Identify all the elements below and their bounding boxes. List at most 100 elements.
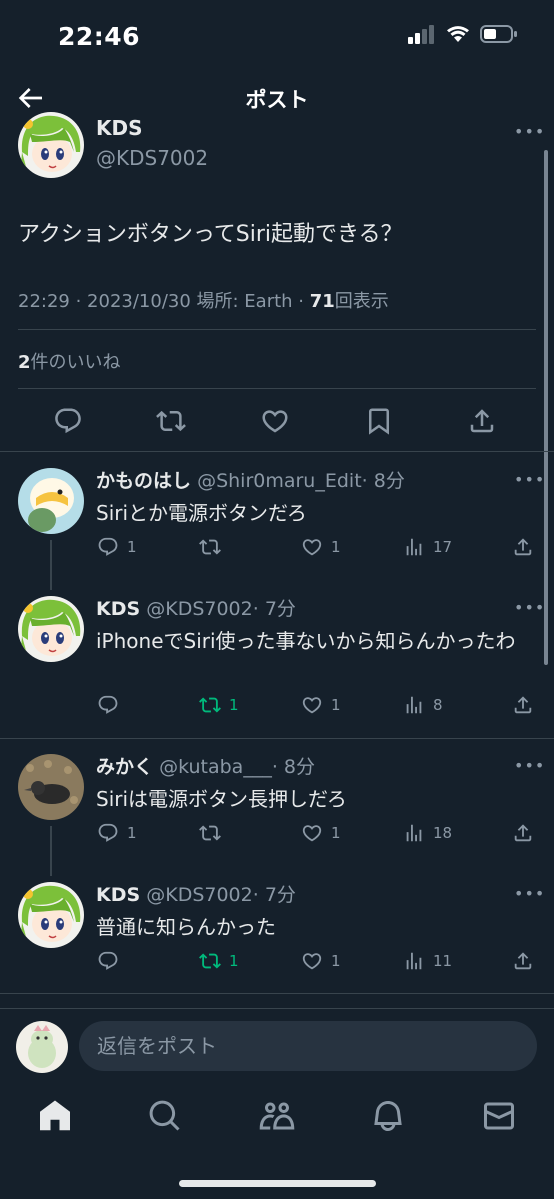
avatar[interactable]	[18, 596, 84, 662]
divider	[0, 993, 554, 994]
views-count[interactable]: 71	[310, 291, 335, 312]
reply-author: KDS @KDS7002· 7分	[96, 594, 296, 621]
reply-text: 普通に知らんかった	[96, 915, 276, 939]
retweet-icon[interactable]	[156, 406, 186, 440]
reply-author-handle[interactable]: @KDS7002	[146, 598, 253, 620]
reply-text: iPhoneでSiri使った事ないから知らんかったわ	[96, 629, 516, 653]
reply-author: みかく @kutaba___· 8分	[96, 752, 315, 779]
reply-actions: 1 1 11	[0, 950, 554, 974]
retweet-button[interactable]: 1	[199, 694, 239, 716]
avatar[interactable]	[18, 754, 84, 820]
share-button[interactable]	[512, 694, 534, 716]
divider	[18, 388, 536, 389]
likes-label: 件のいいね	[30, 352, 121, 373]
like-count: 1	[331, 824, 341, 842]
share-button[interactable]	[512, 950, 534, 972]
share-icon[interactable]	[467, 406, 497, 440]
more-options-icon[interactable]: •••	[514, 470, 545, 489]
reply-author: KDS @KDS7002· 7分	[96, 880, 296, 907]
reply-count: 1	[127, 538, 137, 556]
retweet-count: 1	[229, 952, 239, 970]
more-options-icon[interactable]: •••	[514, 598, 545, 617]
post-actions	[0, 406, 554, 440]
reply-button[interactable]: 1	[97, 536, 137, 558]
reply-author-handle[interactable]: @Shir0maru_Edit	[197, 470, 362, 492]
like-icon[interactable]	[260, 406, 290, 440]
reply-actions: 1 1 17	[0, 536, 554, 560]
reply-text: Siriとか電源ボタンだろ	[96, 501, 307, 525]
status-time: 22:46	[58, 22, 141, 51]
battery-icon	[480, 25, 517, 43]
reply-author-name[interactable]: KDS	[96, 884, 140, 906]
post-meta: 22:29 · 2023/10/30 場所: Earth · 71回表示	[18, 287, 389, 313]
views-count: 11	[433, 952, 453, 970]
reply-actions: 1 1 8	[0, 694, 554, 718]
views-label: 回表示	[334, 291, 389, 312]
like-button[interactable]: 1	[301, 950, 341, 972]
reply-time: · 8分	[361, 470, 405, 492]
reply-actions: 1 1 18	[0, 822, 554, 846]
page-title: ポスト	[245, 88, 309, 112]
reply-text: Siriは電源ボタン長押しだろ	[96, 787, 347, 811]
views-count: 17	[433, 538, 453, 556]
thread-line	[50, 826, 52, 876]
divider	[18, 329, 536, 330]
share-button[interactable]	[512, 536, 534, 558]
like-count: 1	[331, 952, 341, 970]
reply-button[interactable]: 1	[97, 822, 137, 844]
views-button[interactable]: 8	[403, 694, 443, 716]
like-count: 1	[331, 538, 341, 556]
views-button[interactable]: 18	[403, 822, 452, 844]
author-name[interactable]: KDS	[96, 116, 143, 140]
reply-time: · 7分	[252, 884, 296, 906]
avatar[interactable]	[18, 468, 84, 534]
like-count: 1	[331, 696, 341, 714]
retweet-button[interactable]: 1	[199, 950, 239, 972]
like-button[interactable]: 1	[301, 694, 341, 716]
reply-author-name[interactable]: KDS	[96, 598, 140, 620]
share-button[interactable]	[512, 822, 534, 844]
notifications-icon[interactable]	[370, 1098, 406, 1134]
avatar[interactable]	[16, 1021, 68, 1073]
communities-icon[interactable]	[259, 1098, 295, 1134]
messages-icon[interactable]	[481, 1098, 517, 1134]
views-count: 8	[433, 696, 443, 714]
home-icon[interactable]	[37, 1098, 73, 1134]
likes-summary[interactable]: 2件のいいね	[18, 348, 121, 374]
reply-count: 1	[127, 824, 137, 842]
divider	[0, 738, 554, 739]
reply-composer: 返信をポスト	[0, 1008, 554, 1080]
like-button[interactable]: 1	[301, 536, 341, 558]
divider	[0, 451, 554, 452]
avatar[interactable]	[18, 882, 84, 948]
more-options-icon[interactable]: •••	[514, 122, 545, 141]
status-bar: 22:46	[0, 0, 554, 72]
post-meta-prefix: 22:29 · 2023/10/30 場所: Earth ·	[18, 291, 310, 312]
thread-line	[50, 540, 52, 590]
reply-author: かものはし @Shir0maru_Edit· 8分	[96, 466, 405, 493]
more-options-icon[interactable]: •••	[514, 884, 545, 903]
views-button[interactable]: 11	[403, 950, 452, 972]
views-button[interactable]: 17	[403, 536, 452, 558]
top-header: ポスト	[0, 72, 554, 124]
reply-author-handle[interactable]: @KDS7002	[146, 884, 253, 906]
retweet-button[interactable]	[199, 536, 229, 558]
retweet-button[interactable]	[199, 822, 229, 844]
reply-time: · 7分	[252, 598, 296, 620]
reply-icon[interactable]	[53, 406, 83, 440]
avatar[interactable]	[18, 112, 84, 178]
post-text: アクションボタンってSiri起動できる？	[18, 222, 403, 247]
reply-author-name[interactable]: みかく	[96, 756, 153, 778]
reply-author-name[interactable]: かものはし	[96, 470, 191, 492]
reply-button[interactable]	[97, 694, 127, 716]
bookmark-icon[interactable]	[364, 406, 394, 440]
reply-author-handle[interactable]: @kutaba___	[159, 756, 272, 778]
home-indicator[interactable]	[179, 1180, 376, 1187]
reply-input[interactable]: 返信をポスト	[79, 1021, 537, 1071]
like-button[interactable]: 1	[301, 822, 341, 844]
more-options-icon[interactable]: •••	[514, 756, 545, 775]
search-icon[interactable]	[147, 1098, 183, 1134]
reply-button[interactable]	[97, 950, 127, 972]
author-handle[interactable]: @KDS7002	[96, 146, 208, 170]
retweet-count: 1	[229, 696, 239, 714]
